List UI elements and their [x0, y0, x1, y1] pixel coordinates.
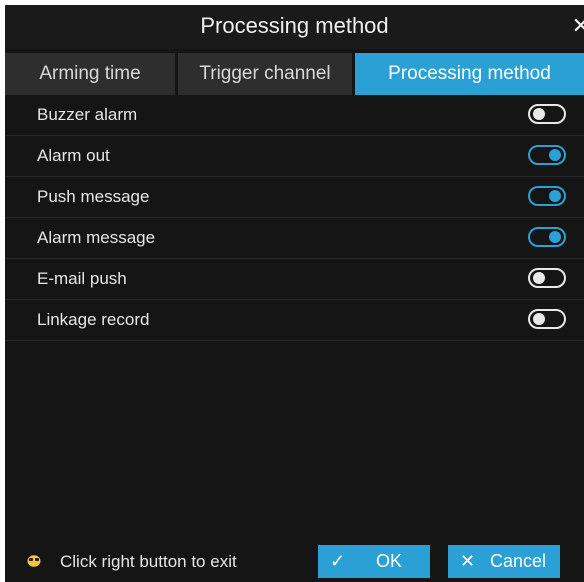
dialog-title: Processing method: [200, 13, 389, 38]
list-item-alarm-out: Alarm out: [5, 136, 584, 177]
list-item-push-message: Push message: [5, 177, 584, 218]
processing-method-dialog: Processing method ✕ Arming time Trigger …: [5, 5, 584, 582]
toggle-knob: [549, 231, 561, 243]
options-list: Buzzer alarm Alarm out Push message Alar…: [5, 95, 584, 341]
toggle-knob: [533, 108, 545, 120]
option-label: Alarm message: [37, 228, 156, 247]
linkage-record-toggle[interactable]: [528, 309, 566, 329]
tab-processing-method[interactable]: Processing method: [355, 53, 584, 95]
close-icon: ✕: [460, 551, 476, 571]
mouse-icon: [27, 555, 41, 567]
toggle-knob: [533, 313, 545, 325]
list-item-linkage-record: Linkage record: [5, 300, 584, 341]
buzzer-alarm-toggle[interactable]: [528, 104, 566, 124]
exit-hint: Click right button to exit: [60, 552, 237, 571]
option-label: Alarm out: [37, 146, 110, 165]
cancel-button-label: Cancel: [490, 551, 547, 571]
option-label: Linkage record: [37, 310, 150, 329]
alarm-out-toggle[interactable]: [528, 145, 566, 165]
footer-bar: Click right button to exit ✓ OK ✕ Cancel: [5, 540, 584, 582]
list-item-email-push: E-mail push: [5, 259, 584, 300]
ok-button-label: OK: [376, 551, 403, 571]
list-item-alarm-message: Alarm message: [5, 218, 584, 259]
title-bar: Processing method ✕: [5, 5, 584, 49]
tab-bar: Arming time Trigger channel Processing m…: [5, 53, 584, 95]
option-label: E-mail push: [37, 269, 127, 288]
toggle-knob: [549, 190, 561, 202]
check-icon: ✓: [330, 551, 346, 571]
toggle-knob: [549, 149, 561, 161]
email-push-toggle[interactable]: [528, 268, 566, 288]
tab-trigger-channel[interactable]: Trigger channel: [178, 53, 352, 95]
cancel-button[interactable]: ✕ Cancel: [448, 545, 560, 578]
close-icon[interactable]: ✕: [572, 13, 584, 39]
list-item-buzzer-alarm: Buzzer alarm: [5, 95, 584, 136]
ok-button[interactable]: ✓ OK: [318, 545, 430, 578]
push-message-toggle[interactable]: [528, 186, 566, 206]
alarm-message-toggle[interactable]: [528, 227, 566, 247]
option-label: Buzzer alarm: [37, 105, 138, 124]
option-label: Push message: [37, 187, 150, 206]
toggle-knob: [533, 272, 545, 284]
tab-arming-time[interactable]: Arming time: [5, 53, 175, 95]
